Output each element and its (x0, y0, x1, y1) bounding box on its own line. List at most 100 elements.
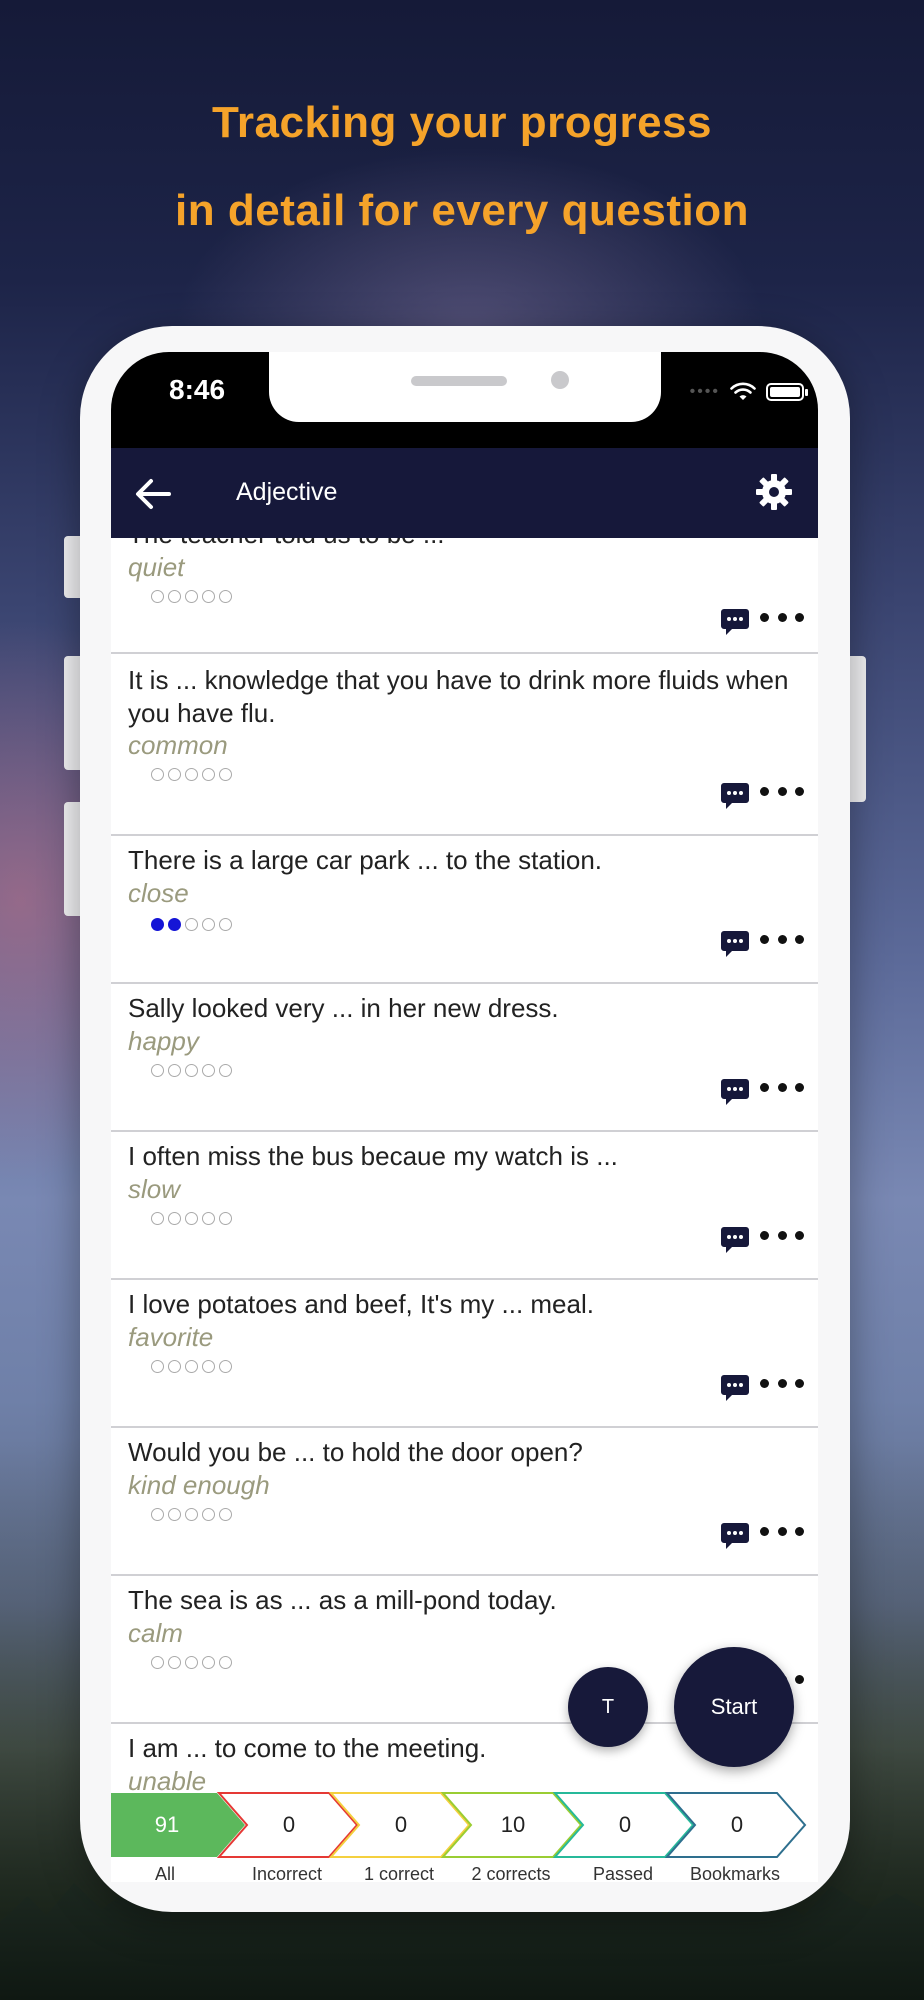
progress-dot (151, 768, 164, 781)
progress-dot (151, 1064, 164, 1077)
progress-dot (202, 768, 215, 781)
filter-passed-label: Passed (592, 1864, 654, 1884)
headline-line-1: Tracking your progress (211, 98, 713, 147)
answer-text: favorite (128, 1322, 214, 1352)
back-arrow-icon[interactable] (133, 474, 173, 514)
progress-dot (151, 918, 164, 931)
list-item[interactable]: I love potatoes and beef, It's my ... me… (111, 1280, 818, 1428)
filter-2-corrects-count: 10 (500, 1812, 526, 1837)
progress-dot (185, 590, 198, 603)
progress-dot (185, 918, 198, 931)
filter-2-corrects-label: 2 corrects (471, 1864, 551, 1884)
comment-icon[interactable] (720, 1522, 750, 1550)
comment-icon[interactable] (720, 1226, 750, 1254)
more-options-icon[interactable] (760, 610, 804, 624)
progress-dot (151, 1360, 164, 1373)
answer-text: calm (128, 1618, 183, 1648)
progress-dot (202, 918, 215, 931)
wifi-icon (730, 382, 756, 400)
progress-dots (151, 918, 232, 931)
filter-passed-count: 0 (618, 1812, 632, 1837)
progress-dot (151, 1212, 164, 1225)
front-camera (551, 371, 569, 389)
more-options-icon[interactable] (760, 1080, 804, 1094)
more-options-icon[interactable] (760, 784, 804, 798)
progress-dot (185, 1508, 198, 1521)
question-text: The teacher told us to be ... (128, 538, 798, 551)
progress-dot (168, 590, 181, 603)
more-options-icon[interactable] (760, 1376, 804, 1390)
progress-dots (151, 1508, 232, 1521)
progress-dot (185, 768, 198, 781)
progress-dot (219, 590, 232, 603)
question-text: The sea is as ... as a mill-pond today. (128, 1585, 557, 1615)
comment-icon[interactable] (720, 608, 750, 636)
filter-1-correct-label: 1 correct (363, 1864, 435, 1884)
filter-incorrect-count: 0 (282, 1812, 296, 1837)
progress-dot (219, 1064, 232, 1077)
more-options-icon[interactable] (760, 932, 804, 946)
filter-bar: 91 0 0 10 0 0 All Incorrect 1 correct 2 … (111, 1792, 818, 1884)
answer-text: quiet (128, 552, 185, 582)
question-text: I love potatoes and beef, It's my ... me… (128, 1289, 594, 1319)
start-button[interactable]: Start (674, 1647, 794, 1767)
question-list[interactable]: The teacher told us to be ... quiet It i… (111, 538, 818, 1798)
page-title: Adjective (236, 478, 338, 506)
list-item[interactable]: Would you be ... to hold the door open? … (111, 1428, 818, 1576)
progress-dot (219, 918, 232, 931)
list-item[interactable]: It is ... knowledge that you have to dri… (111, 654, 818, 836)
filter-incorrect-label: Incorrect (251, 1864, 323, 1884)
progress-dot (151, 590, 164, 603)
progress-dots (151, 768, 232, 781)
question-text: Sally looked very ... in her new dress. (128, 993, 559, 1023)
progress-dot (168, 768, 181, 781)
more-options-icon[interactable] (760, 1228, 804, 1242)
notch (269, 352, 661, 422)
filter-all-count: 91 (154, 1812, 180, 1837)
progress-dot (202, 1360, 215, 1373)
progress-dot (168, 1508, 181, 1521)
app-bar: Adjective (111, 448, 818, 538)
list-item[interactable]: The teacher told us to be ... quiet (111, 538, 818, 654)
answer-text: happy (128, 1026, 199, 1056)
list-item[interactable]: There is a large car park ... to the sta… (111, 836, 818, 984)
progress-dot (185, 1212, 198, 1225)
answer-text: kind enough (128, 1470, 270, 1500)
progress-dots (151, 590, 232, 603)
progress-dot (219, 1508, 232, 1521)
gear-icon[interactable] (754, 472, 794, 512)
progress-dot (185, 1360, 198, 1373)
signal-icon: •••• (689, 383, 720, 400)
comment-icon[interactable] (720, 782, 750, 810)
comment-icon[interactable] (720, 930, 750, 958)
filter-1-correct-count: 0 (394, 1812, 408, 1837)
filter-all-label: All (154, 1864, 175, 1884)
headline-line-2: in detail for every question (175, 186, 749, 235)
progress-dots (151, 1656, 232, 1669)
progress-dot (185, 1064, 198, 1077)
t-button[interactable]: T (568, 1667, 648, 1747)
progress-dot (168, 918, 181, 931)
progress-dot (219, 1656, 232, 1669)
comment-icon[interactable] (720, 1374, 750, 1402)
progress-dot (151, 1656, 164, 1669)
list-item[interactable]: Sally looked very ... in her new dress. … (111, 984, 818, 1132)
progress-dots (151, 1212, 232, 1225)
progress-dot (202, 1212, 215, 1225)
status-bar: 8:46 •••• (111, 352, 818, 448)
status-time: 8:46 (169, 374, 226, 405)
progress-dot (219, 1212, 232, 1225)
question-text: It is ... knowledge that you have to dri… (128, 665, 789, 728)
progress-dot (168, 1656, 181, 1669)
filter-bookmarks-count: 0 (730, 1812, 744, 1837)
filter-bookmarks-label: Bookmarks (689, 1864, 781, 1884)
question-text: There is a large car park ... to the sta… (128, 845, 603, 875)
more-options-icon[interactable] (760, 1524, 804, 1538)
comment-icon[interactable] (720, 1078, 750, 1106)
list-item[interactable]: I often miss the bus becaue my watch is … (111, 1132, 818, 1280)
progress-dot (219, 768, 232, 781)
answer-text: close (128, 878, 189, 908)
question-text: Would you be ... to hold the door open? (128, 1437, 583, 1467)
progress-dot (219, 1360, 232, 1373)
progress-dot (202, 590, 215, 603)
